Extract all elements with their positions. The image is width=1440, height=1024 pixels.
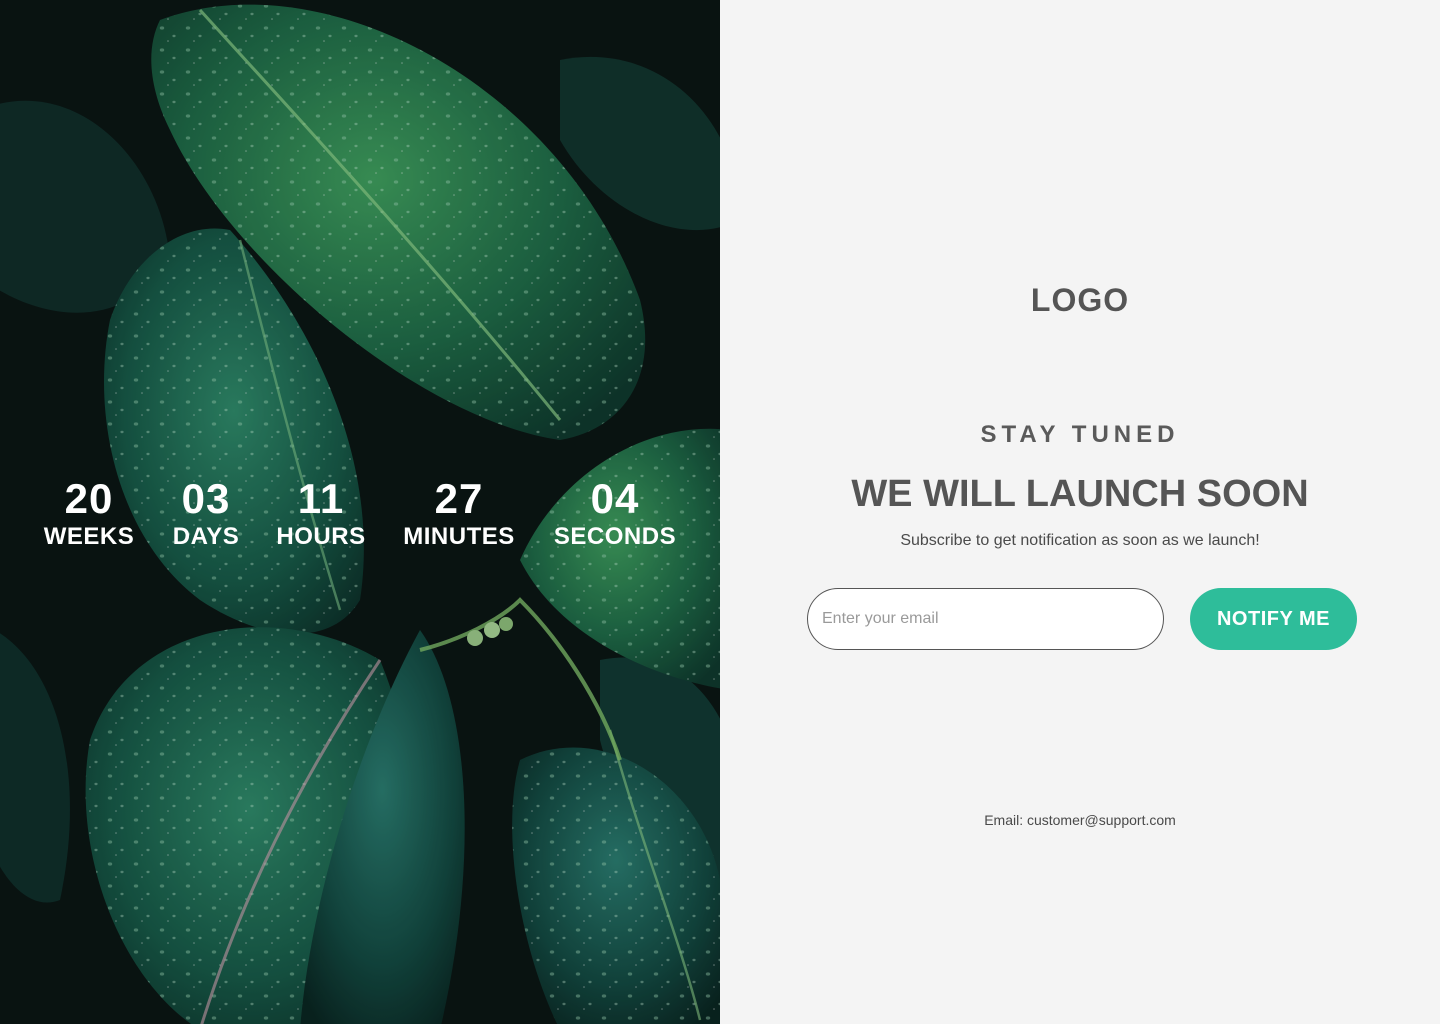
countdown-weeks-label: WEEKS — [43, 523, 135, 550]
hero-image: 20 WEEKS 03 DAYS 11 HOURS 27 MINUTES 04 … — [0, 0, 720, 1024]
logo: LOGO — [1030, 282, 1130, 318]
eyebrow-text: STAY TUNED — [980, 421, 1180, 448]
subscribe-panel: LOGO STAY TUNED WE WILL LAUNCH SOON Subs… — [720, 0, 1440, 1024]
countdown-minutes-label: MINUTES — [403, 523, 515, 550]
email-field[interactable] — [807, 588, 1164, 650]
page-title: WE WILL LAUNCH SOON — [851, 473, 1309, 515]
countdown-hours: 11 HOURS — [276, 474, 365, 550]
countdown-weeks-value: 20 — [64, 475, 114, 522]
countdown-weeks: 20 WEEKS — [44, 474, 135, 550]
countdown-days-value: 03 — [181, 475, 231, 522]
launch-page: 20 WEEKS 03 DAYS 11 HOURS 27 MINUTES 04 … — [0, 0, 1440, 1024]
countdown-hours-label: HOURS — [276, 523, 366, 550]
countdown-days: 03 DAYS — [173, 474, 239, 550]
contact-email: Email: customer@support.com — [984, 812, 1176, 828]
notify-me-button[interactable]: NOTIFY ME — [1190, 588, 1357, 650]
countdown-minutes: 27 MINUTES — [403, 474, 515, 550]
countdown-hours-value: 11 — [297, 475, 345, 522]
countdown-seconds-value: 04 — [590, 475, 640, 522]
countdown-seconds: 04 SECONDS — [554, 474, 676, 550]
subtitle-text: Subscribe to get notification as soon as… — [900, 532, 1260, 549]
countdown: 20 WEEKS 03 DAYS 11 HOURS 27 MINUTES 04 … — [0, 474, 720, 564]
countdown-minutes-value: 27 — [434, 475, 484, 522]
countdown-days-label: DAYS — [172, 523, 240, 550]
countdown-seconds-label: SECONDS — [553, 523, 677, 550]
